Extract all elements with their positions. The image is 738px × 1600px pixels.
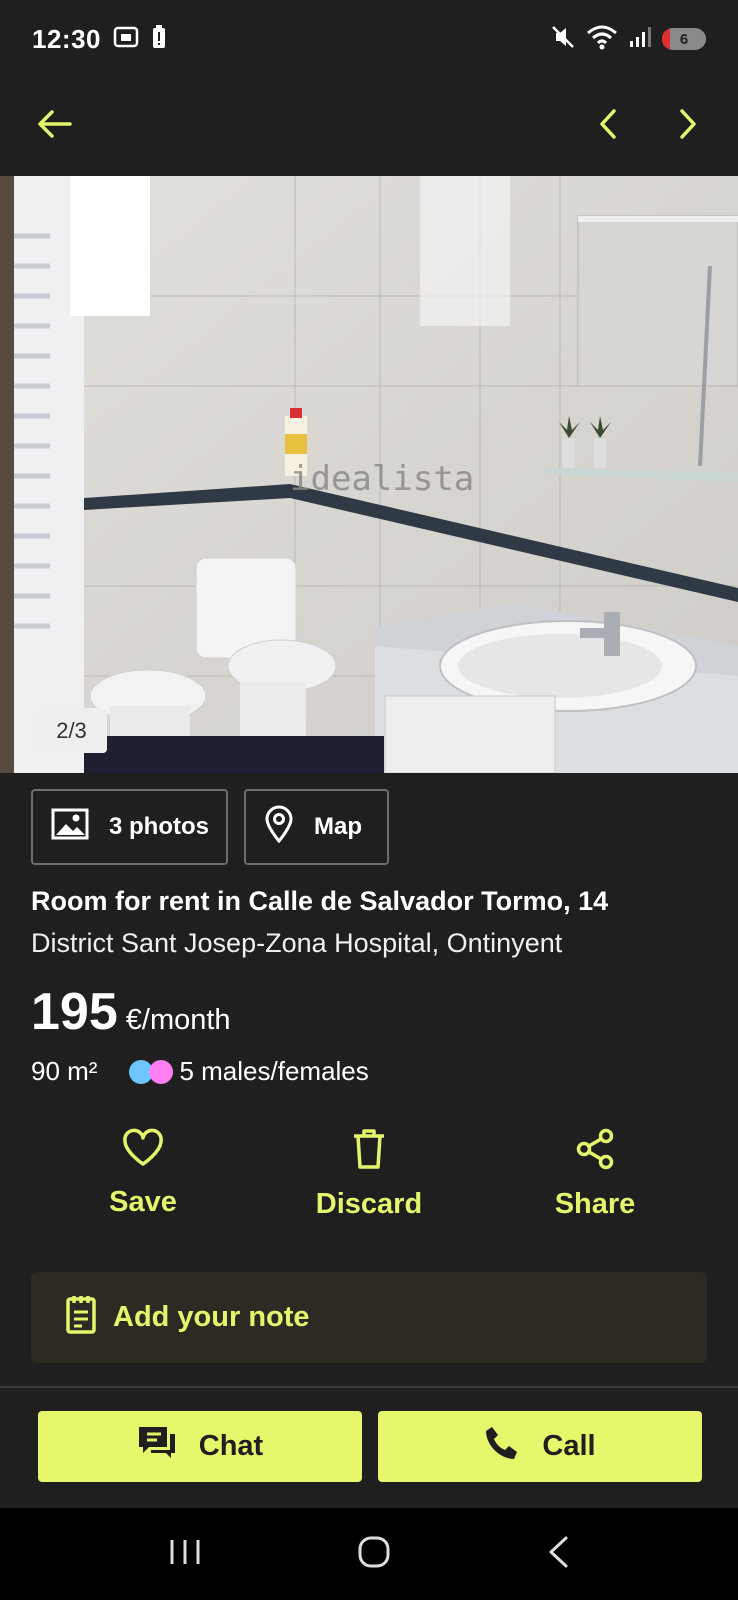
mute-icon — [550, 24, 576, 55]
area-value: 90 m² — [31, 1056, 98, 1086]
battery-alert-icon — [151, 24, 167, 55]
chat-button[interactable]: Chat — [38, 1411, 362, 1482]
map-button[interactable]: Map — [244, 789, 389, 865]
status-time: 12:30 — [32, 23, 101, 54]
price-unit: €/month — [125, 1004, 231, 1036]
photo-counter: 2/3 — [36, 708, 107, 753]
map-label: Map — [314, 813, 362, 840]
listing-photo[interactable]: idealista — [0, 176, 738, 773]
system-navigation — [0, 1508, 738, 1600]
listing-title: Room for rent in Calle de Salvador Tormo… — [31, 886, 609, 916]
gender-icon — [129, 1059, 174, 1084]
top-nav — [0, 88, 738, 160]
heart-icon — [121, 1128, 165, 1176]
recent-apps-icon[interactable] — [168, 1537, 202, 1572]
save-button[interactable]: Save — [53, 1128, 233, 1221]
discard-button[interactable]: Discard — [279, 1128, 459, 1221]
action-row: Save Discard Share — [0, 1128, 738, 1221]
photos-button[interactable]: 3 photos — [31, 789, 228, 865]
share-label: Share — [554, 1188, 636, 1220]
save-label: Save — [109, 1186, 177, 1218]
back-arrow-icon[interactable] — [34, 104, 74, 144]
photos-label: 3 photos — [109, 813, 209, 840]
chat-label: Chat — [198, 1430, 264, 1462]
media-buttons: 3 photos Map — [31, 789, 389, 865]
trash-icon — [351, 1128, 387, 1178]
info-row: 90 m² 5 males/females — [31, 1056, 369, 1087]
chat-icon — [137, 1425, 177, 1469]
add-note-button[interactable]: Add your note — [31, 1272, 707, 1363]
contact-buttons: Chat Call — [38, 1411, 702, 1482]
call-label: Call — [542, 1430, 596, 1462]
previous-chevron-icon[interactable] — [588, 104, 628, 144]
image-icon — [51, 808, 89, 847]
call-button[interactable]: Call — [378, 1411, 702, 1482]
next-chevron-icon[interactable] — [668, 104, 708, 144]
share-icon — [575, 1128, 615, 1178]
phone-icon — [484, 1425, 520, 1469]
note-label: Add your note — [113, 1301, 310, 1333]
home-icon[interactable] — [357, 1535, 391, 1574]
system-back-icon[interactable] — [546, 1535, 570, 1574]
status-bar: 12:30 6 — [0, 0, 738, 78]
location-pin-icon — [264, 805, 294, 850]
battery-indicator: 6 — [662, 28, 706, 50]
wifi-icon — [586, 24, 618, 55]
screenshot-icon — [113, 25, 139, 54]
watermark-text: idealista — [290, 459, 474, 499]
occupants-value: 5 males/females — [179, 1056, 369, 1086]
price-value: 195 — [31, 983, 118, 1041]
discard-label: Discard — [315, 1188, 423, 1220]
share-button[interactable]: Share — [505, 1128, 685, 1221]
signal-icon — [628, 25, 652, 54]
listing-location: District Sant Josep-Zona Hospital, Ontin… — [31, 928, 563, 958]
notepad-icon — [65, 1294, 97, 1342]
price-row: 195 €/month — [31, 982, 231, 1042]
divider — [0, 1386, 738, 1388]
